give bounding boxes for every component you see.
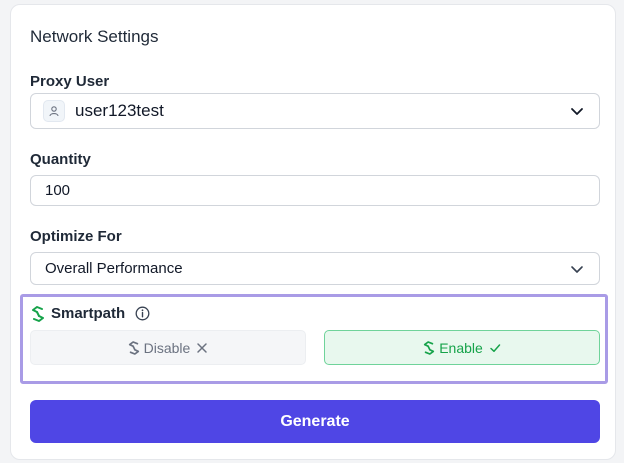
card-title: Network Settings	[30, 27, 159, 46]
quantity-label: Quantity	[30, 151, 91, 168]
smartpath-title: Smartpath	[51, 305, 126, 322]
smartpath-logo-icon	[128, 340, 140, 355]
chevron-down-icon	[571, 108, 583, 115]
smartpath-header: Smartpath	[31, 305, 150, 322]
close-icon	[196, 342, 208, 354]
smartpath-disable-label: Disable	[143, 339, 191, 356]
chevron-down-icon	[571, 265, 583, 273]
generate-button[interactable]: Generate	[30, 400, 600, 443]
optimize-for-value: Overall Performance	[45, 260, 183, 277]
network-settings-card: Network Settings Proxy User user123test …	[10, 4, 616, 460]
smartpath-logo-icon	[32, 305, 44, 322]
smartpath-enable-button[interactable]: Enable	[324, 330, 600, 365]
user-icon	[43, 100, 65, 122]
smartpath-disable-button[interactable]: Disable	[30, 330, 306, 365]
optimize-for-label: Optimize For	[30, 228, 122, 245]
smartpath-enable-label: Enable	[439, 339, 483, 356]
quantity-input[interactable]: 100	[30, 175, 600, 206]
optimize-for-select[interactable]: Overall Performance	[30, 252, 600, 285]
info-icon[interactable]	[135, 306, 150, 321]
proxy-user-select[interactable]: user123test	[30, 93, 600, 129]
quantity-value: 100	[45, 182, 71, 199]
proxy-user-label: Proxy User	[30, 73, 110, 90]
proxy-user-value: user123test	[75, 101, 164, 120]
check-icon	[489, 342, 501, 354]
smartpath-logo-icon	[423, 340, 435, 355]
